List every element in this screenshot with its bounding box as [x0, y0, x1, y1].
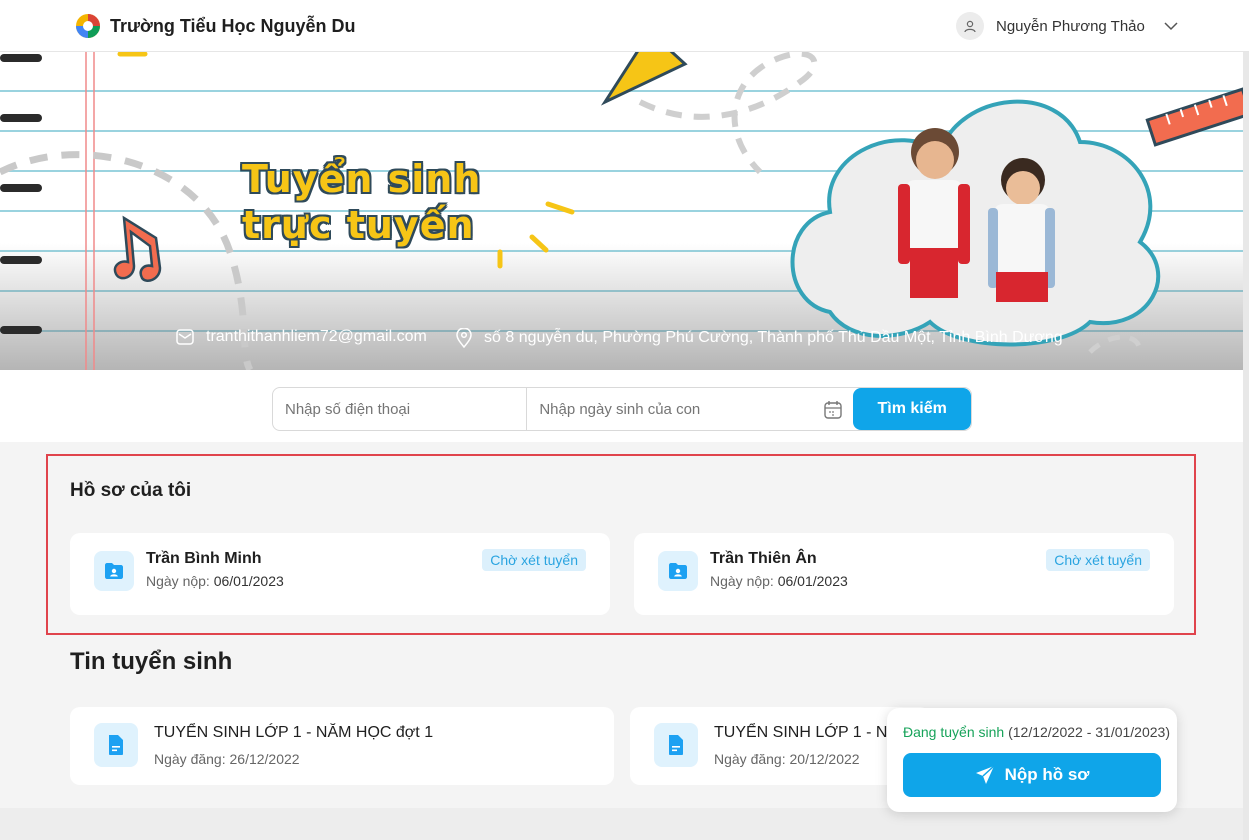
admission-date-range: (12/12/2022 - 31/01/2023) — [1008, 724, 1170, 740]
news-date-value: 20/12/2022 — [789, 751, 860, 767]
my-profiles-section: Hồ sơ của tôi Trần Bình Minh Ngày nộp: 0… — [46, 454, 1196, 635]
news-card[interactable]: TUYỂN SINH LỚP 1 - NĂM HỌC đợt 1 Ngày đă… — [70, 707, 614, 785]
status-badge: Chờ xét tuyển — [1046, 549, 1150, 571]
search-button[interactable]: Tìm kiếm — [853, 388, 971, 430]
search-bar: Tìm kiếm — [272, 387, 972, 431]
scrollbar[interactable] — [1243, 52, 1249, 840]
contact-address-text: số 8 nguyễn du, Phường Phú Cường, Thành … — [484, 329, 1063, 346]
news-date-label: Ngày đăng: — [154, 751, 226, 767]
news-date: Ngày đăng: 26/12/2022 — [154, 751, 300, 767]
hero-banner: Tuyển sinh trực tuyến tranthithanhliem72… — [0, 52, 1249, 370]
chevron-down-icon[interactable] — [1163, 18, 1179, 34]
user-name[interactable]: Nguyễn Phương Thảo — [996, 18, 1145, 35]
banner-title-line-1: Tuyển sinh — [242, 157, 482, 201]
location-pin-icon — [456, 328, 472, 348]
news-card[interactable]: TUYỂN SINH LỚP 1 - NĂM HỌC Ngày đăng: 20… — [630, 707, 930, 785]
banner-title: Tuyển sinh trực tuyến — [242, 156, 481, 248]
avatar[interactable] — [956, 12, 984, 40]
contact-email-text: tranthithanhliem72@gmail.com — [206, 328, 427, 345]
send-icon — [975, 765, 995, 784]
search-section: Tìm kiếm — [0, 370, 1249, 442]
news-date-value: 26/12/2022 — [229, 751, 300, 767]
profile-name: Trần Bình Minh — [146, 550, 262, 567]
status-badge: Chờ xét tuyển — [482, 549, 586, 571]
top-bar: Trường Tiểu Học Nguyễn Du Nguyễn Phương … — [0, 0, 1249, 52]
profile-date: Ngày nộp: 06/01/2023 — [710, 573, 848, 589]
profile-folder-icon — [94, 551, 134, 591]
contact-address: số 8 nguyễn du, Phường Phú Cường, Thành … — [456, 328, 1063, 348]
school-name[interactable]: Trường Tiểu Học Nguyễn Du — [110, 16, 356, 37]
profile-name: Trần Thiên Ân — [710, 550, 817, 567]
profile-date-label: Ngày nộp: — [710, 573, 774, 589]
banner-title-line-2: trực tuyến — [242, 203, 475, 247]
news-title: Tin tuyển sinh — [70, 648, 233, 675]
mail-icon — [176, 329, 194, 345]
banner-decoration — [0, 52, 1249, 370]
admission-status-label: Đang tuyển sinh — [903, 724, 1005, 740]
document-icon — [654, 723, 698, 767]
news-date-label: Ngày đăng: — [714, 751, 786, 767]
submit-application-label: Nộp hồ sơ — [1004, 765, 1090, 784]
profile-card[interactable]: Trần Bình Minh Ngày nộp: 06/01/2023 Chờ … — [70, 533, 610, 615]
profile-folder-icon — [658, 551, 698, 591]
user-icon — [964, 20, 976, 33]
dob-field[interactable] — [527, 388, 854, 430]
profile-date-label: Ngày nộp: — [146, 573, 210, 589]
phone-input[interactable] — [273, 388, 528, 430]
submit-panel: Đang tuyển sinh (12/12/2022 - 31/01/2023… — [887, 708, 1177, 812]
document-icon — [94, 723, 138, 767]
admission-status: Đang tuyển sinh (12/12/2022 - 31/01/2023… — [903, 724, 1170, 740]
profile-date-value: 06/01/2023 — [777, 573, 848, 589]
profile-card[interactable]: Trần Thiên Ân Ngày nộp: 06/01/2023 Chờ x… — [634, 533, 1174, 615]
dob-input[interactable] — [527, 388, 854, 430]
news-name: TUYỂN SINH LỚP 1 - NĂM HỌC đợt 1 — [154, 724, 434, 741]
bottom-strip — [0, 808, 1249, 840]
contact-email: tranthithanhliem72@gmail.com — [176, 328, 427, 346]
user-menu[interactable]: Nguyễn Phương Thảo — [956, 12, 1179, 40]
submit-application-button[interactable]: Nộp hồ sơ — [903, 753, 1161, 797]
profile-date-value: 06/01/2023 — [213, 573, 284, 589]
news-date: Ngày đăng: 20/12/2022 — [714, 751, 860, 767]
school-logo-icon[interactable] — [74, 12, 102, 40]
profile-date: Ngày nộp: 06/01/2023 — [146, 573, 284, 589]
profiles-title: Hồ sơ của tôi — [70, 480, 192, 501]
calendar-icon[interactable] — [823, 400, 843, 420]
